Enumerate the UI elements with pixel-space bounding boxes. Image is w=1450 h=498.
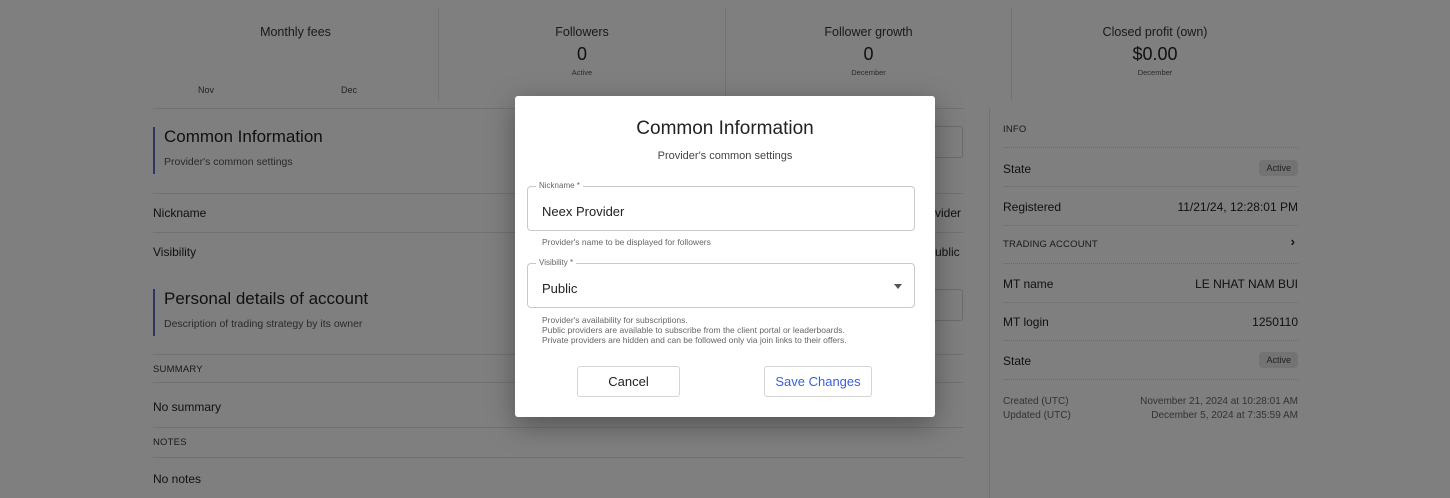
chevron-down-icon[interactable] (894, 284, 902, 289)
dialog-title: Common Information (636, 118, 814, 139)
nickname-input[interactable]: Nickname * Neex Provider (527, 181, 915, 231)
helper-line: Provider's availability for subscription… (542, 315, 688, 325)
nickname-field-value: Neex Provider (542, 204, 625, 219)
dialog-subtitle: Provider's common settings (657, 150, 793, 162)
visibility-helper-text: Provider's availability for subscription… (542, 315, 847, 345)
helper-line: Private providers are hidden and can be … (542, 335, 847, 345)
common-info-dialog: Common Information Provider's common set… (515, 96, 935, 417)
visibility-field-value: Public (542, 281, 578, 296)
nickname-helper-text: Provider's name to be displayed for foll… (542, 237, 711, 247)
helper-line: Public providers are available to subscr… (542, 325, 845, 335)
save-changes-button[interactable]: Save Changes (764, 366, 872, 397)
visibility-field-label: Visibility * (536, 258, 577, 267)
cancel-button[interactable]: Cancel (577, 366, 680, 397)
visibility-select[interactable]: Visibility * Public (527, 258, 915, 308)
nickname-field-label: Nickname * (536, 181, 583, 190)
